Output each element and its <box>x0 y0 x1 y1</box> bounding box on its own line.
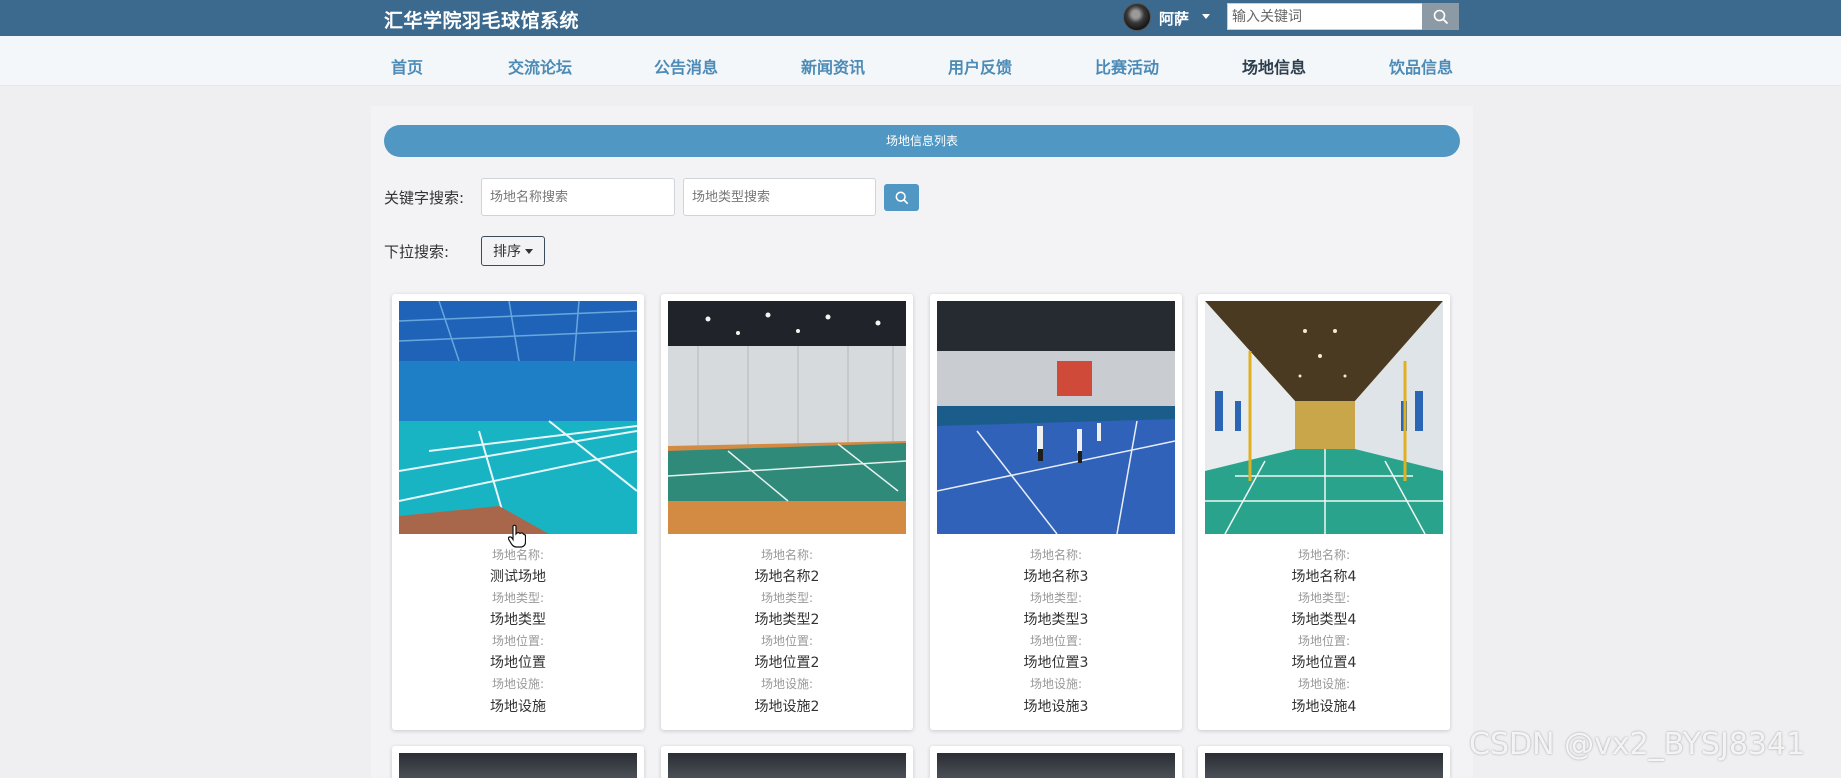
venue-image[interactable] <box>937 301 1175 534</box>
field-label-facility: 场地设施: <box>760 677 814 691</box>
venue-card[interactable]: 场地名称: 场地名称3 场地类型: 场地类型3 场地位置: 场地位置3 场地设施… <box>930 294 1182 730</box>
venue-image[interactable] <box>399 753 637 778</box>
venue-type: 场地类型 <box>490 612 546 628</box>
venue-image[interactable] <box>668 753 906 778</box>
field-label-name: 场地名称: <box>1297 548 1351 562</box>
field-label-location: 场地位置: <box>491 634 545 648</box>
venue-facility: 场地设施 <box>490 699 546 715</box>
nav-item-venues[interactable]: 场地信息 <box>1242 54 1306 78</box>
venue-image[interactable] <box>1205 753 1443 778</box>
chevron-down-icon <box>525 248 533 254</box>
venue-image[interactable] <box>668 301 906 534</box>
field-label-facility: 场地设施: <box>1297 677 1351 691</box>
list-title: 场地信息列表 <box>384 125 1460 157</box>
venue-card[interactable]: 场地名称: 测试场地 场地类型: 场地类型 场地位置: 场地位置 场地设施: 场… <box>392 294 644 730</box>
field-label-location: 场地位置: <box>1029 634 1083 648</box>
venue-name: 场地名称2 <box>754 569 820 585</box>
site-title[interactable]: 汇华学院羽毛球馆系统 <box>384 6 579 33</box>
venue-facility: 场地设施2 <box>754 699 820 715</box>
field-label-type: 场地类型: <box>760 591 814 605</box>
field-label-name: 场地名称: <box>491 548 545 562</box>
venue-card[interactable] <box>930 746 1182 778</box>
venue-image[interactable] <box>399 301 637 534</box>
venue-location: 场地位置4 <box>1291 655 1357 671</box>
search-icon <box>1433 9 1448 24</box>
nav-item-feedback[interactable]: 用户反馈 <box>948 54 1012 78</box>
venue-name: 场地名称3 <box>1023 569 1089 585</box>
venue-location: 场地位置3 <box>1023 655 1089 671</box>
avatar[interactable] <box>1123 3 1151 31</box>
field-label-location: 场地位置: <box>760 634 814 648</box>
chevron-down-icon[interactable] <box>1202 14 1210 19</box>
field-label-type: 场地类型: <box>1297 591 1351 605</box>
hand-cursor-icon <box>508 524 526 548</box>
venue-image[interactable] <box>937 753 1175 778</box>
field-label-facility: 场地设施: <box>491 677 545 691</box>
dropdown-search-label: 下拉搜索: <box>384 243 450 261</box>
username[interactable]: 阿萨 <box>1159 8 1189 29</box>
main-nav: 首页 交流论坛 公告消息 新闻资讯 用户反馈 比赛活动 场地信息 饮品信息 <box>0 36 1841 86</box>
nav-item-home[interactable]: 首页 <box>391 54 423 78</box>
nav-item-drinks[interactable]: 饮品信息 <box>1389 54 1453 78</box>
venue-image[interactable] <box>1205 301 1443 534</box>
venue-name: 场地名称4 <box>1291 569 1357 585</box>
venue-facility: 场地设施3 <box>1023 699 1089 715</box>
field-label-facility: 场地设施: <box>1029 677 1083 691</box>
search-input[interactable] <box>1227 3 1422 30</box>
venue-card[interactable] <box>392 746 644 778</box>
sort-dropdown-button[interactable]: 排序 <box>481 236 545 266</box>
venue-name: 测试场地 <box>490 569 546 585</box>
venue-location: 场地位置2 <box>754 655 820 671</box>
field-label-location: 场地位置: <box>1297 634 1351 648</box>
search-submit-button[interactable] <box>884 184 919 211</box>
venue-type-search-input[interactable] <box>683 178 876 216</box>
keyword-search-label: 关键字搜索: <box>384 189 465 207</box>
venue-location: 场地位置 <box>490 655 546 671</box>
venue-type: 场地类型3 <box>1023 612 1089 628</box>
venue-name-search-input[interactable] <box>481 178 675 216</box>
venue-card[interactable]: 场地名称: 场地名称2 场地类型: 场地类型2 场地位置: 场地位置2 场地设施… <box>661 294 913 730</box>
watermark: CSDN @vx2_BYSJ8341 <box>1469 727 1806 762</box>
field-label-name: 场地名称: <box>760 548 814 562</box>
sort-label: 排序 <box>493 244 521 260</box>
field-label-type: 场地类型: <box>1029 591 1083 605</box>
venue-card[interactable] <box>1198 746 1450 778</box>
venue-type: 场地类型4 <box>1291 612 1357 628</box>
venue-card[interactable]: 场地名称: 场地名称4 场地类型: 场地类型4 场地位置: 场地位置4 场地设施… <box>1198 294 1450 730</box>
search-icon <box>895 191 908 204</box>
search-button[interactable] <box>1422 3 1459 30</box>
top-bar: 汇华学院羽毛球馆系统 阿萨 <box>0 0 1841 36</box>
field-label-type: 场地类型: <box>491 591 545 605</box>
venue-type: 场地类型2 <box>754 612 820 628</box>
nav-item-announcements[interactable]: 公告消息 <box>654 54 718 78</box>
field-label-name: 场地名称: <box>1029 548 1083 562</box>
nav-item-events[interactable]: 比赛活动 <box>1095 54 1159 78</box>
venue-facility: 场地设施4 <box>1291 699 1357 715</box>
nav-item-news[interactable]: 新闻资讯 <box>801 54 865 78</box>
nav-item-forum[interactable]: 交流论坛 <box>508 54 572 78</box>
venue-card[interactable] <box>661 746 913 778</box>
